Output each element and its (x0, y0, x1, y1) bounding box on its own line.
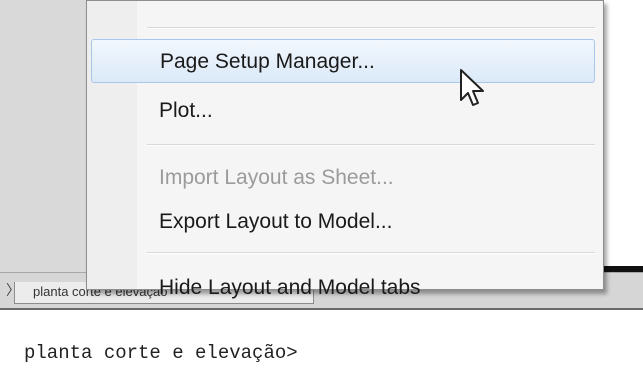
mouse-pointer-icon (460, 69, 484, 106)
menu-item-label: Export Layout to Model... (159, 210, 393, 233)
context-menu: Page Setup Manager... Plot... Import Lay… (86, 0, 604, 299)
left-panel (0, 0, 90, 282)
drawing-area[interactable] (604, 12, 643, 270)
menu-item-page-setup-manager[interactable]: Page Setup Manager... (91, 39, 595, 83)
menu-item-label: Hide Layout and Model tabs (159, 276, 421, 299)
menu-separator (147, 144, 595, 146)
menu-item-label: Plot... (159, 99, 213, 122)
menu-item-export-layout-to-model[interactable]: Export Layout to Model... (91, 200, 595, 244)
menu-item-plot[interactable]: Plot... (91, 89, 595, 133)
menu-item-import-layout-as-sheet: Import Layout as Sheet... (91, 156, 595, 200)
menu-separator (147, 252, 595, 254)
menu-separator (147, 27, 595, 29)
menu-item-hide-layout-and-model-tabs[interactable]: Hide Layout and Model tabs (91, 263, 595, 299)
menu-item-label: Page Setup Manager... (160, 50, 375, 73)
menu-item-label: Import Layout as Sheet... (159, 166, 394, 189)
command-line-text: planta corte e elevação> (24, 342, 298, 364)
